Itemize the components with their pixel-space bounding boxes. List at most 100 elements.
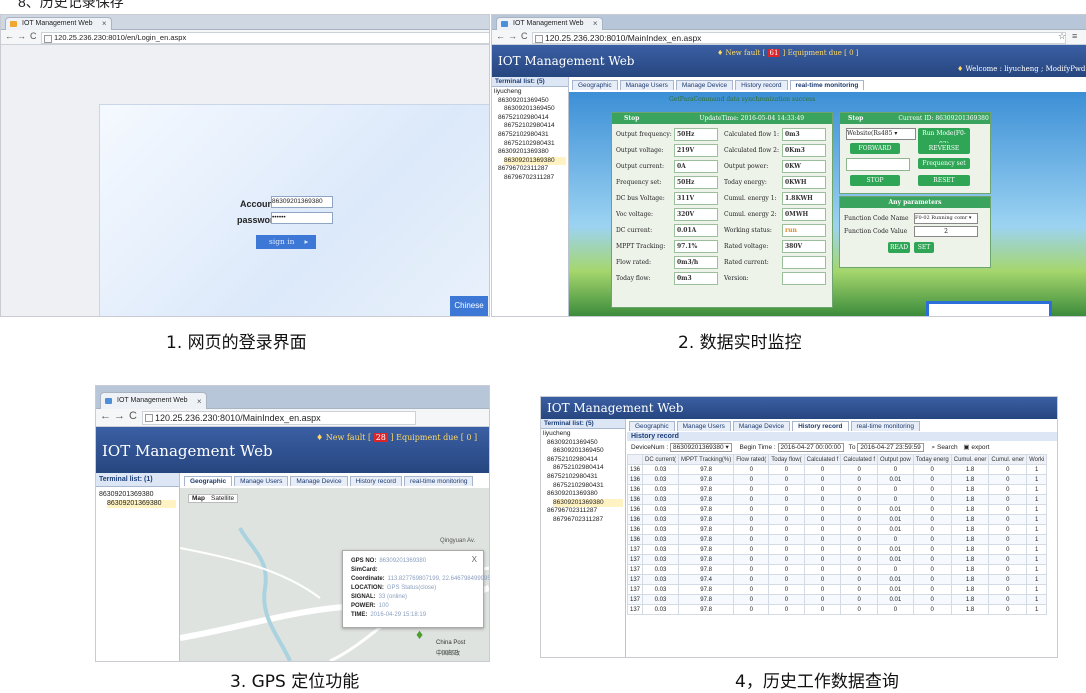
chinese-button[interactable]: Chinese xyxy=(450,296,488,316)
tab-real-time-monitoring[interactable]: real-time monitoring xyxy=(404,476,474,486)
back-icon[interactable]: ← xyxy=(5,31,14,41)
tree-device[interactable]: 86796702311287 xyxy=(547,507,623,516)
column-header[interactable]: Cumul. ener xyxy=(988,454,1028,465)
table-row[interactable]: 137 0.03 97.8 0 0 0 0 0.01 0 1.8 0 1 xyxy=(626,584,1048,595)
table-row[interactable]: 137 0.03 97.8 0 0 0 0 0 0 1.8 0 1 xyxy=(626,604,1048,615)
tab-real-time-monitoring[interactable]: real-time monitoring xyxy=(789,80,865,90)
search-button[interactable]: ⌕ Search xyxy=(932,444,958,451)
column-header[interactable]: Worki xyxy=(1026,454,1048,465)
table-row[interactable]: 136 0.03 97.8 0 0 0 0 0 0 1.8 0 1 xyxy=(626,494,1048,505)
table-row[interactable]: 137 0.03 97.4 0 0 0 0 0.01 0 1.8 0 1 xyxy=(626,574,1048,585)
function-code-select[interactable]: F0-02 Running comr ▾ xyxy=(914,213,978,224)
modify-exit-link[interactable]: ModifyPwd Exit xyxy=(1046,65,1086,73)
tree-device[interactable]: 86752102980431 xyxy=(547,473,623,482)
control-stop-button[interactable]: Stop xyxy=(848,115,863,122)
tab-manage-users[interactable]: Manage Users xyxy=(234,476,289,486)
tree-device[interactable]: 86309201369450 xyxy=(547,439,623,448)
tab-geographic[interactable]: Geographic xyxy=(572,80,618,90)
tree-device[interactable]: 86309201369380 xyxy=(99,491,176,500)
tree-device[interactable]: 86309201369380 xyxy=(553,498,623,508)
set-button[interactable]: SET xyxy=(914,242,934,253)
tree-device[interactable]: 86752102980414 xyxy=(498,114,566,123)
account-input[interactable]: 86309201369380 xyxy=(271,196,333,208)
device-select[interactable]: 86309201369380 ▾ xyxy=(670,443,732,452)
sign-in-button[interactable]: sign in ▸ xyxy=(256,235,316,249)
tab-manage-device[interactable]: Manage Device xyxy=(675,80,734,90)
frequency-input[interactable] xyxy=(846,158,910,171)
back-icon[interactable]: ← xyxy=(496,31,505,41)
tab-manage-users[interactable]: Manage Users xyxy=(619,80,674,90)
table-row[interactable]: 136 0.03 97.8 0 0 0 0 0 0 1.8 0 1 xyxy=(626,484,1048,495)
tree-device[interactable]: 86752102980431 xyxy=(553,482,623,491)
tab-real-time-monitoring[interactable]: real-time monitoring xyxy=(850,421,920,431)
browser-tab[interactable]: IOT Management Web × xyxy=(5,17,112,30)
stop-command-button[interactable]: STOP xyxy=(850,175,900,186)
table-row[interactable]: 136 0.03 97.8 0 0 0 0 0.01 0 1.8 0 1 xyxy=(626,504,1048,515)
tree-device[interactable]: 86752102980431 xyxy=(498,131,566,140)
table-row[interactable]: 136 0.03 97.8 0 0 0 0 0 0 1.8 0 1 xyxy=(626,464,1048,475)
begin-time-input[interactable]: 2016-04-27 00:00:00 xyxy=(777,443,844,452)
tree-device[interactable]: 86752102980414 xyxy=(547,456,623,465)
website-select[interactable]: Website(Rs485 ▾ xyxy=(846,128,916,140)
tree-user[interactable]: liyucheng xyxy=(543,430,623,439)
close-tab-icon[interactable]: × xyxy=(102,18,107,30)
column-header[interactable]: MPPT Tracking(%) xyxy=(678,454,735,465)
tree-device[interactable]: 86309201369380 xyxy=(504,156,566,166)
column-header[interactable]: Flow rated( xyxy=(733,454,770,465)
stop-button[interactable]: Stop xyxy=(624,115,639,122)
column-header[interactable]: Calculated f xyxy=(803,454,842,465)
read-button[interactable]: READ xyxy=(888,242,910,253)
column-header[interactable]: Output pow xyxy=(877,454,914,465)
column-header[interactable]: Today flow( xyxy=(768,454,805,465)
column-header[interactable]: Calculated f xyxy=(840,454,879,465)
satellite-button[interactable]: Satellite xyxy=(208,495,237,502)
tree-device[interactable]: 86752102980431 xyxy=(504,140,566,149)
tab-manage-device[interactable]: Manage Device xyxy=(732,421,791,431)
tree-device[interactable]: 86796702311287 xyxy=(498,165,566,174)
star-icon[interactable]: ☆ xyxy=(1058,31,1066,42)
column-header[interactable]: Today energ xyxy=(912,454,952,465)
table-row[interactable]: 137 0.03 97.8 0 0 0 0 0 0 1.8 0 1 xyxy=(626,564,1048,575)
tree-device-selected[interactable]: 86309201369380 xyxy=(107,499,176,509)
function-code-value-input[interactable]: 2 xyxy=(914,226,978,237)
tree-device[interactable]: 86309201369380 xyxy=(547,490,623,499)
tree-device[interactable]: 86309201369450 xyxy=(553,447,623,456)
reverse-button[interactable]: REVERSE xyxy=(918,143,970,154)
close-tab-icon[interactable]: × xyxy=(593,18,598,30)
tab-history-record[interactable]: History record xyxy=(349,476,403,486)
close-tab-icon[interactable]: × xyxy=(197,394,202,410)
column-header[interactable] xyxy=(626,454,644,465)
tab-manage-users[interactable]: Manage Users xyxy=(676,421,731,431)
address-bar[interactable]: 120.25.236.230:8010/MainIndex_en.aspx xyxy=(532,32,1066,44)
tab-history-record[interactable]: History record xyxy=(792,421,849,431)
tree-user[interactable]: liyucheng xyxy=(494,88,566,97)
end-time-input[interactable]: 2016-04-27 23:59:59 xyxy=(857,443,924,452)
fault-counter[interactable]: ♦ New fault [ 61 ] Equipment due [ 0 ] xyxy=(717,49,859,57)
reload-icon[interactable]: C xyxy=(521,31,528,41)
password-input[interactable]: •••••• xyxy=(271,212,333,224)
table-row[interactable]: 137 0.03 97.8 0 0 0 0 0.01 0 1.8 0 1 xyxy=(626,544,1048,555)
tree-device[interactable]: 86796702311287 xyxy=(553,516,623,525)
reset-button[interactable]: RESET xyxy=(918,175,970,186)
table-row[interactable]: 136 0.03 97.8 0 0 0 0 0 0 1.8 0 1 xyxy=(626,534,1048,545)
table-row[interactable]: 136 0.03 97.8 0 0 0 0 0.01 0 1.8 0 1 xyxy=(626,514,1048,525)
tab-history-record[interactable]: History record xyxy=(735,80,788,90)
address-bar[interactable]: 120.25.236.230:8010/en/Login_en.aspx xyxy=(41,32,489,44)
reload-icon[interactable]: C xyxy=(30,31,37,41)
back-icon[interactable]: ← xyxy=(100,410,111,422)
browser-tab[interactable]: IOT Management Web × xyxy=(496,17,603,30)
fault-counter[interactable]: ♦ New fault [ 28 ] Equipment due [ 0 ] xyxy=(316,433,477,442)
table-row[interactable]: 137 0.03 97.8 0 0 0 0 0.01 0 1.8 0 1 xyxy=(626,594,1048,605)
tab-geographic[interactable]: Geographic xyxy=(184,476,233,486)
frequency-set-button[interactable]: Frequency set xyxy=(918,158,970,169)
tree-device[interactable]: 86796702311287 xyxy=(504,174,566,183)
forward-icon[interactable]: → xyxy=(114,410,125,422)
map-button[interactable]: Map xyxy=(189,495,208,502)
tree-device[interactable]: 86752102980414 xyxy=(504,122,566,131)
tree-device[interactable]: 86309201369450 xyxy=(504,105,566,114)
forward-icon[interactable]: → xyxy=(17,31,26,41)
forward-button[interactable]: FORWARD xyxy=(850,143,900,154)
forward-icon[interactable]: → xyxy=(508,31,517,41)
table-row[interactable]: 136 0.03 97.8 0 0 0 0 0.01 0 1.8 0 1 xyxy=(626,524,1048,535)
tab-geographic[interactable]: Geographic xyxy=(629,421,675,431)
